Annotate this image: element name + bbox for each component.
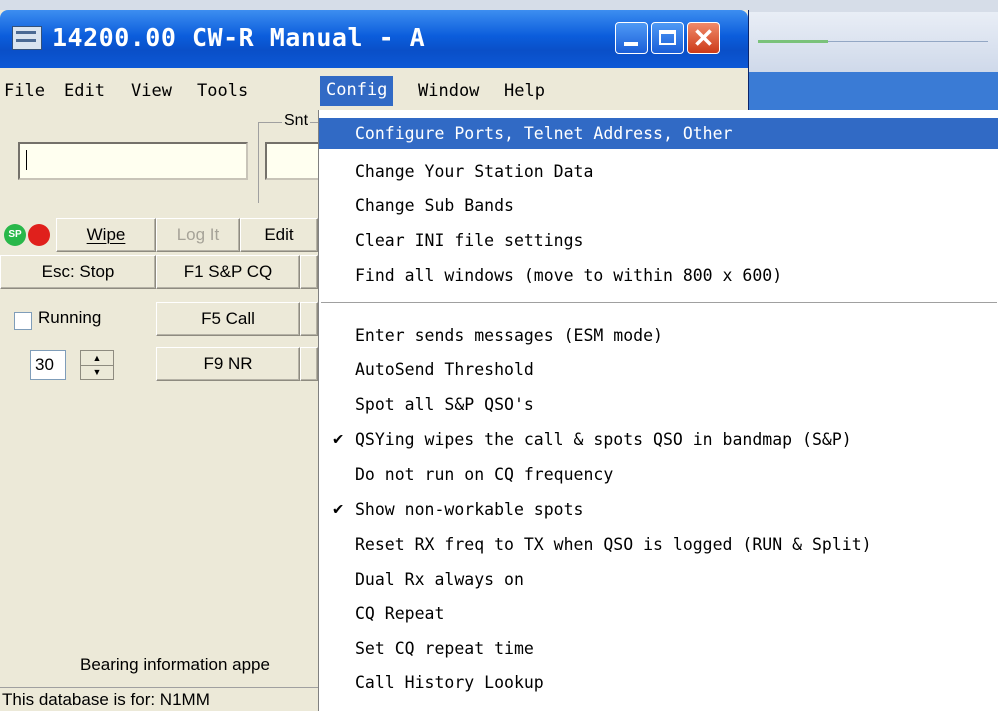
menu-item-label: QSYing wipes the call & spots QSO in ban… bbox=[355, 430, 852, 449]
menu-item-label: Spot all S&P QSO's bbox=[355, 395, 534, 414]
menu-item-autosend[interactable]: AutoSend Threshold bbox=[319, 354, 998, 385]
status-bar: This database is for: N1MM bbox=[0, 687, 320, 712]
menu-item-cq-repeat-time[interactable]: Set CQ repeat time bbox=[319, 633, 998, 664]
menu-item-cq-repeat[interactable]: CQ Repeat bbox=[319, 598, 998, 629]
spin-down-icon[interactable]: ▼ bbox=[81, 365, 113, 379]
menu-separator bbox=[321, 302, 997, 304]
maximize-button[interactable] bbox=[651, 22, 684, 54]
menu-item-label: Call History Lookup bbox=[355, 673, 544, 692]
checkmark-icon: ✔ bbox=[333, 499, 344, 519]
maximize-icon bbox=[659, 30, 676, 45]
f-key-button-partial[interactable] bbox=[300, 302, 318, 336]
text-cursor bbox=[26, 150, 27, 170]
f9-nr-button[interactable]: F9 NR bbox=[156, 347, 300, 381]
window-title: 14200.00 CW-R Manual - A bbox=[52, 23, 426, 52]
menu-item-label: Do not run on CQ frequency bbox=[355, 465, 614, 484]
snt-label: Snt bbox=[282, 112, 311, 130]
menu-view[interactable]: View bbox=[131, 81, 172, 101]
menu-item-label: Set CQ repeat time bbox=[355, 639, 534, 658]
menu-file[interactable]: File bbox=[4, 81, 45, 101]
background-progress-line bbox=[758, 40, 828, 43]
menu-item-label: Show non-workable spots bbox=[355, 500, 584, 519]
menu-item-label: CQ Repeat bbox=[355, 604, 445, 623]
cq-repeat-spinner[interactable]: ▲ ▼ bbox=[80, 350, 114, 380]
minimize-button[interactable] bbox=[615, 22, 648, 54]
menu-item-station-data[interactable]: Change Your Station Data bbox=[319, 156, 998, 187]
menu-item-label: Find all windows (move to within 800 x 6… bbox=[355, 266, 783, 285]
f1-sp-cq-button[interactable]: F1 S&P CQ bbox=[156, 255, 300, 289]
title-bar[interactable]: 14200.00 CW-R Manual - A ✕ bbox=[0, 10, 748, 68]
background-window-band bbox=[748, 72, 998, 110]
menu-item-call-history[interactable]: Call History Lookup bbox=[319, 667, 998, 698]
bearing-info-text: Bearing information appe bbox=[80, 655, 270, 674]
app-window-icon bbox=[12, 26, 42, 50]
menu-item-find-windows[interactable]: Find all windows (move to within 800 x 6… bbox=[319, 260, 998, 291]
callsign-input[interactable] bbox=[18, 142, 248, 180]
menu-item-clear-ini[interactable]: Clear INI file settings bbox=[319, 225, 998, 256]
checkmark-icon: ✔ bbox=[333, 429, 344, 449]
menu-item-label: Change Sub Bands bbox=[355, 196, 514, 215]
minimize-icon bbox=[624, 42, 638, 46]
edit-button[interactable]: Edit bbox=[240, 218, 318, 252]
config-dropdown-menu: Configure Ports, Telnet Address, Other C… bbox=[318, 110, 998, 711]
log-it-button[interactable]: Log It bbox=[156, 218, 240, 252]
menu-item-label: Change Your Station Data bbox=[355, 162, 594, 181]
menu-edit[interactable]: Edit bbox=[64, 81, 105, 101]
menu-item-sub-bands[interactable]: Change Sub Bands bbox=[319, 190, 998, 221]
sp-mode-indicator[interactable]: SP bbox=[4, 224, 26, 246]
menu-item-label: Clear INI file settings bbox=[355, 231, 584, 250]
close-button[interactable]: ✕ bbox=[687, 22, 720, 54]
wipe-button-label: Wipe bbox=[86, 225, 126, 244]
entry-client-area: Snt SP Wipe Log It Edit Esc: Stop F1 S&P… bbox=[0, 110, 329, 712]
menu-item-spot-all-sp[interactable]: Spot all S&P QSO's bbox=[319, 389, 998, 420]
menu-item-no-run-cq[interactable]: Do not run on CQ frequency bbox=[319, 459, 998, 490]
spin-up-icon[interactable]: ▲ bbox=[81, 351, 113, 366]
close-icon: ✕ bbox=[692, 23, 715, 53]
f5-call-button[interactable]: F5 Call bbox=[156, 302, 300, 336]
menu-config[interactable]: Config bbox=[320, 76, 394, 106]
f-key-button-partial[interactable] bbox=[300, 255, 318, 289]
menu-item-dual-rx[interactable]: Dual Rx always on bbox=[319, 564, 998, 595]
f-key-button-partial[interactable] bbox=[300, 347, 318, 381]
cq-repeat-spinner-input[interactable]: 30 bbox=[30, 350, 66, 380]
menu-item-label: Reset RX freq to TX when QSO is logged (… bbox=[355, 535, 872, 554]
esc-stop-button[interactable]: Esc: Stop bbox=[0, 255, 156, 289]
snt-input[interactable] bbox=[265, 142, 325, 180]
menu-help[interactable]: Help bbox=[504, 81, 545, 101]
menu-item-label: Dual Rx always on bbox=[355, 570, 524, 589]
menu-bar: File Edit View Tools Config Window Help bbox=[0, 72, 748, 110]
menu-item-label: AutoSend Threshold bbox=[355, 360, 534, 379]
menu-item-label: Configure Ports, Telnet Address, Other bbox=[355, 124, 733, 143]
red-status-indicator[interactable] bbox=[28, 224, 50, 246]
menu-window[interactable]: Window bbox=[418, 81, 479, 101]
menu-item-label: Enter sends messages (ESM mode) bbox=[355, 326, 663, 345]
menu-item-reset-rx[interactable]: Reset RX freq to TX when QSO is logged (… bbox=[319, 529, 998, 560]
menu-item-esm-mode[interactable]: Enter sends messages (ESM mode) bbox=[319, 320, 998, 351]
menu-tools[interactable]: Tools bbox=[197, 81, 248, 101]
background-divider bbox=[828, 41, 988, 42]
wipe-button[interactable]: Wipe bbox=[56, 218, 156, 252]
background-window-titlebar bbox=[748, 12, 998, 73]
menu-item-qsying-wipes[interactable]: ✔ QSYing wipes the call & spots QSO in ba… bbox=[319, 424, 998, 455]
running-label: Running bbox=[38, 308, 102, 327]
menu-item-configure-ports[interactable]: Configure Ports, Telnet Address, Other bbox=[319, 118, 998, 149]
menu-item-non-workable[interactable]: ✔ Show non-workable spots bbox=[319, 494, 998, 525]
running-checkbox[interactable] bbox=[14, 312, 32, 330]
